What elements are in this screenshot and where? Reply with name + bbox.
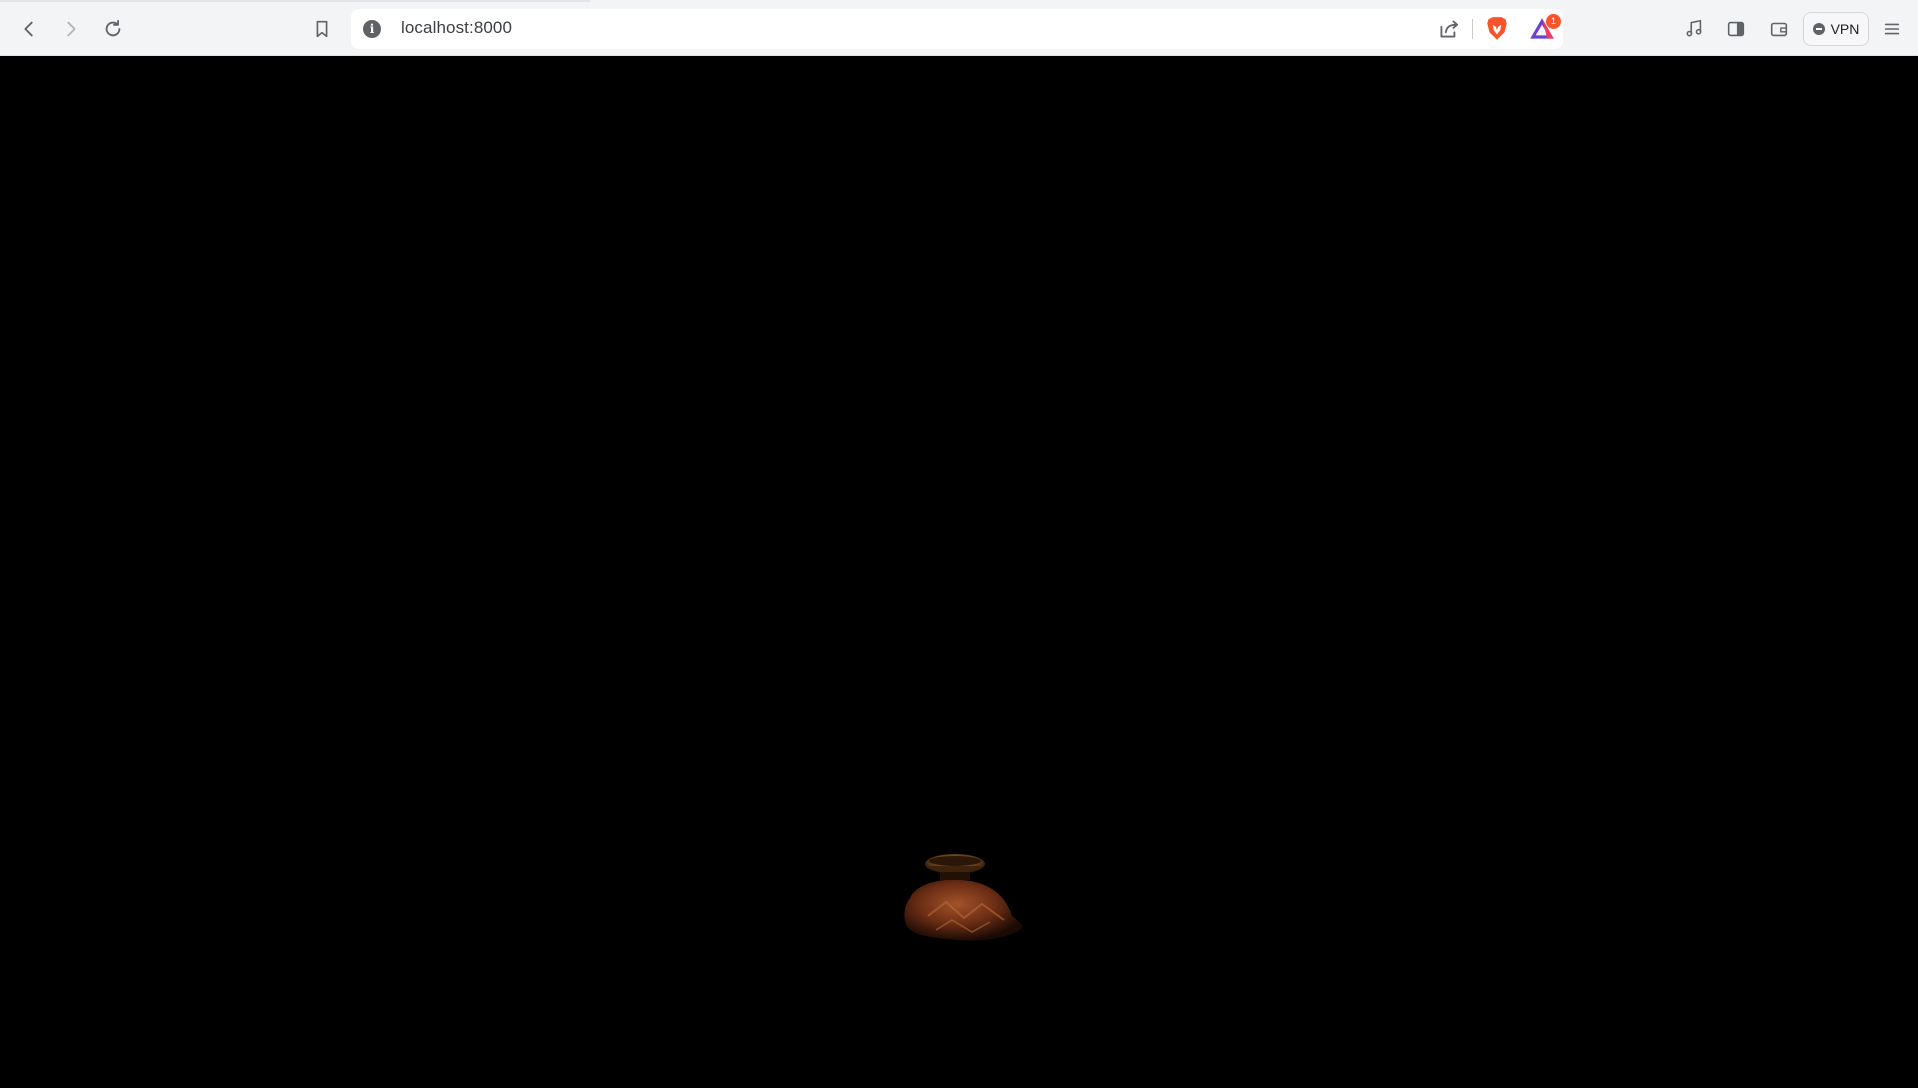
menu-button[interactable]	[1875, 12, 1909, 46]
hamburger-menu-icon	[1884, 23, 1900, 35]
address-bar[interactable]: i localhost:8000 1	[351, 9, 1563, 49]
reload-icon	[105, 19, 121, 37]
sidebar-button[interactable]	[1719, 12, 1753, 46]
vpn-button[interactable]: VPN	[1803, 12, 1869, 46]
arrow-right-icon	[67, 21, 76, 37]
back-button[interactable]	[12, 12, 46, 46]
bookmark-button[interactable]	[305, 12, 339, 46]
browser-toolbar: i localhost:8000 1 VPN	[0, 0, 1918, 56]
wallet-icon	[1770, 22, 1788, 37]
url-text[interactable]: localhost:8000	[401, 18, 512, 38]
vpn-status-icon	[1812, 23, 1825, 35]
page-viewport[interactable]	[0, 56, 1918, 1088]
forward-button[interactable]	[54, 12, 88, 46]
clay-pot-model	[904, 854, 1023, 941]
sidebar-icon	[1727, 21, 1745, 37]
music-note-icon	[1686, 19, 1702, 37]
brave-lion-icon[interactable]	[1484, 15, 1510, 43]
vpn-label: VPN	[1830, 21, 1860, 37]
bookmark-icon	[316, 20, 328, 38]
wallet-button[interactable]	[1762, 12, 1796, 46]
rewards-badge: 1	[1546, 14, 1561, 29]
share-icon[interactable]	[1436, 16, 1462, 42]
media-button[interactable]	[1677, 12, 1711, 46]
address-bar-divider	[1472, 19, 1473, 39]
info-icon[interactable]: i	[363, 20, 381, 38]
tab-strip-edge	[0, 0, 590, 2]
reload-button[interactable]	[96, 12, 130, 46]
arrow-left-icon	[24, 21, 33, 37]
